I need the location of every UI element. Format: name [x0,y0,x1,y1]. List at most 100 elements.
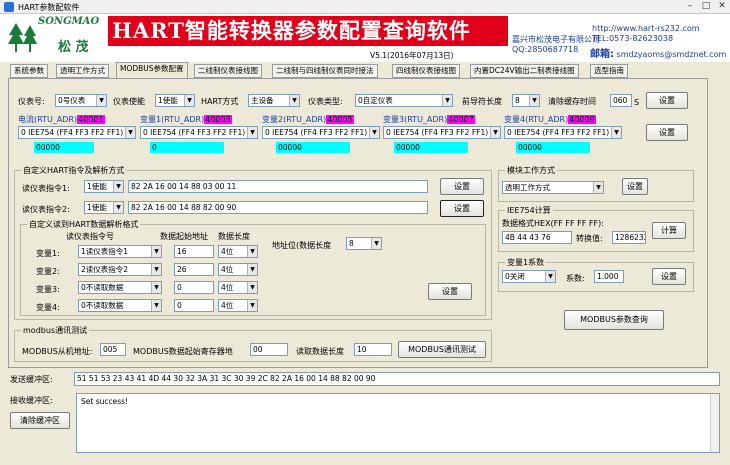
meter-no-label: 仪表号: [18,97,45,106]
cmd2-input[interactable]: 82 2A 16 00 14 88 82 00 90 [128,201,428,214]
parse-row-len-select[interactable]: 4位 ▼ [218,281,258,294]
coef-set-button[interactable]: 设置 [652,268,686,285]
reg-addr-input[interactable]: 00 [250,343,288,356]
chevron-down-icon: ▼ [96,95,106,106]
chevron-down-icon: ▼ [371,238,381,249]
ieee-convert-label: 转换值: [576,234,603,243]
tab-transparent-mode[interactable]: 透明工作方式 [56,64,109,78]
tab-four-wire-diagram[interactable]: 四线制仪表接线图 [392,64,460,78]
cmd1-input[interactable]: 82 2A 16 00 14 88 03 00 11 [128,180,428,193]
ieee-hex-input[interactable]: 4B 44 43 76 [502,231,572,244]
send-buffer-label: 发送缓冲区: [10,375,53,384]
parse-row-cmd-select[interactable]: 0不读取数据 ▼ [78,299,162,312]
channel-current-label: 电流(RTU_ADR)40001 [18,115,105,124]
chevron-down-icon: ▼ [151,246,161,257]
tab-dc24v-diagram[interactable]: 内置DC24V输出二制表接线图 [470,64,579,78]
tab-two-wire-diagram[interactable]: 二线制仪表接线图 [194,64,262,78]
channel-current-format[interactable]: 0 IEE754 (FF4 FF3 FF2 FF1) ▼ [18,126,136,139]
parse-row-addr-input[interactable]: 26 [174,263,214,276]
preamble-select[interactable]: 8 ▼ [512,94,540,107]
chevron-down-icon: ▼ [369,127,379,138]
close-icon[interactable]: ✕ [716,1,728,12]
parse-row-len-select[interactable]: 4位 ▼ [218,263,258,276]
tab-two-four-wire[interactable]: 二线制与四线制仪表同时接法 [272,64,378,78]
parse-row-addr-input[interactable]: 0 [174,299,214,312]
cmd2-enable-select[interactable]: 1使能 ▼ [84,201,124,214]
addr-len-label: 地址位(数据长度 [272,241,332,250]
version-text: V5.1(2016年07月13日) [370,51,454,60]
enable-select[interactable]: 1使能 ▼ [155,94,195,107]
cmd1-enable-select[interactable]: 1使能 ▼ [84,180,124,193]
module-mode-set-button[interactable]: 设置 [622,178,648,195]
coef-label: 系数: [566,274,585,283]
cmd-set-button-2[interactable]: 设置 [440,200,484,217]
chevron-down-icon: ▼ [151,300,161,311]
parse-row-cmd-select[interactable]: 1读仪表指令1 ▼ [78,245,162,258]
cmd-set-button-1[interactable]: 设置 [440,178,484,195]
parse-row-len-select[interactable]: 4位 ▼ [218,299,258,312]
parse-row-addr-input[interactable]: 16 [174,245,214,258]
recv-buffer-textarea[interactable]: Set success! [76,393,720,453]
tab-modbus-config[interactable]: MODBUS参数配置 [116,62,188,78]
tab-system-params[interactable]: 系统参数 [10,64,48,78]
brand-en: SONGMAO [38,16,100,27]
addr-len-select[interactable]: 8 ▼ [346,237,382,250]
parse-row-addr-input[interactable]: 0 [174,281,214,294]
reg-addr-label: MODBUS数据起始寄存器地 [133,347,233,356]
parse-set-button[interactable]: 设置 [428,283,472,300]
preamble-label: 前导符长度 [462,97,502,106]
parse-row-cmd-select[interactable]: 0不读取数据 ▼ [78,281,162,294]
chevron-down-icon: ▼ [442,95,452,106]
modbus-test-button[interactable]: MODBUS通讯测试 [398,341,486,358]
chevron-down-icon: ▼ [151,264,161,275]
read-len-input[interactable]: 10 [354,343,392,356]
channel-var3-label: 变量3(RTU_ADR)40007 [383,115,475,124]
channel-var1-value: 0 [150,142,224,153]
hart-mode-select[interactable]: 主设备 ▼ [248,94,300,107]
app-title: HART智能转换器参数配置查询软件 [108,16,508,46]
chevron-down-icon: ▼ [545,271,555,282]
module-mode-title: 模块工作方式 [505,165,557,176]
company-name: 嘉兴市松茂电子有限公司 [512,35,600,44]
telephone: TEL:0573-82623038 [592,34,674,43]
var1-coef-select[interactable]: 0关闭 ▼ [502,270,556,283]
col-len-header: 数据长度 [218,232,250,241]
maximize-icon[interactable]: □ [700,1,712,12]
chevron-down-icon: ▼ [247,127,257,138]
read-len-label: 读取数据长度 [296,347,344,356]
channels-set-button[interactable]: 设置 [646,124,688,141]
chevron-down-icon: ▼ [529,95,539,106]
channel-var4-format[interactable]: 0 IEE754 (FF4 FF3 FF2 FF1) ▼ [504,126,622,139]
meter-type-select[interactable]: 0自定仪表 ▼ [355,94,453,107]
channel-var1-format[interactable]: 0 IEE754 (FF4 FF3 FF2 FF1) ▼ [140,126,258,139]
send-buffer-input[interactable]: 51 51 53 23 43 41 4D 44 30 32 3A 31 3C 3… [74,372,720,386]
website-url[interactable]: http://www.hart-rs232.com [592,24,700,33]
parse-row-label: 变量3: [36,285,60,294]
chevron-down-icon: ▼ [611,127,621,138]
tab-selection-guide[interactable]: 选型指南 [590,64,628,78]
meter-no-select[interactable]: 0号仪表 ▼ [55,94,107,107]
module-mode-select[interactable]: 透明工作方式 ▼ [502,181,604,194]
parse-row-len-select[interactable]: 4位 ▼ [218,245,258,258]
clear-time-unit: S [634,98,640,107]
chevron-down-icon: ▼ [151,282,161,293]
cmd2-label: 读仪表指令2: [22,205,70,214]
channel-var4-value: 00000 [516,142,590,153]
coef-input[interactable]: 1.000 [594,270,624,283]
channel-var2-format[interactable]: 0 IEE754 (FF4 FF3 FF2 FF1) ▼ [262,126,380,139]
clear-time-input[interactable]: 060 [610,94,632,107]
ieee-calc-button[interactable]: 计算 [652,222,686,239]
recv-scrollbar[interactable] [710,394,719,452]
slave-addr-input[interactable]: 005 [100,343,126,356]
modbus-query-button[interactable]: MODBUS参数查询 [564,310,664,330]
clear-buffer-button[interactable]: 清除缓冲区 [10,412,70,429]
enable-label: 仪表使能 [113,97,145,106]
chevron-down-icon: ▼ [247,300,257,311]
minimize-icon[interactable]: – [684,1,696,12]
col-cmd-header: 读仪表指令号 [66,232,114,241]
title-bar: HART参数配软件 – □ ✕ [0,0,730,14]
channel-var3-format[interactable]: 0 IEE754 (FF4 FF3 FF2 FF1) ▼ [383,126,501,139]
row1-set-button[interactable]: 设置 [646,92,688,109]
parse-row-cmd-select[interactable]: 2读仪表指令2 ▼ [78,263,162,276]
clear-time-label: 清除缓存时间 [548,97,596,106]
